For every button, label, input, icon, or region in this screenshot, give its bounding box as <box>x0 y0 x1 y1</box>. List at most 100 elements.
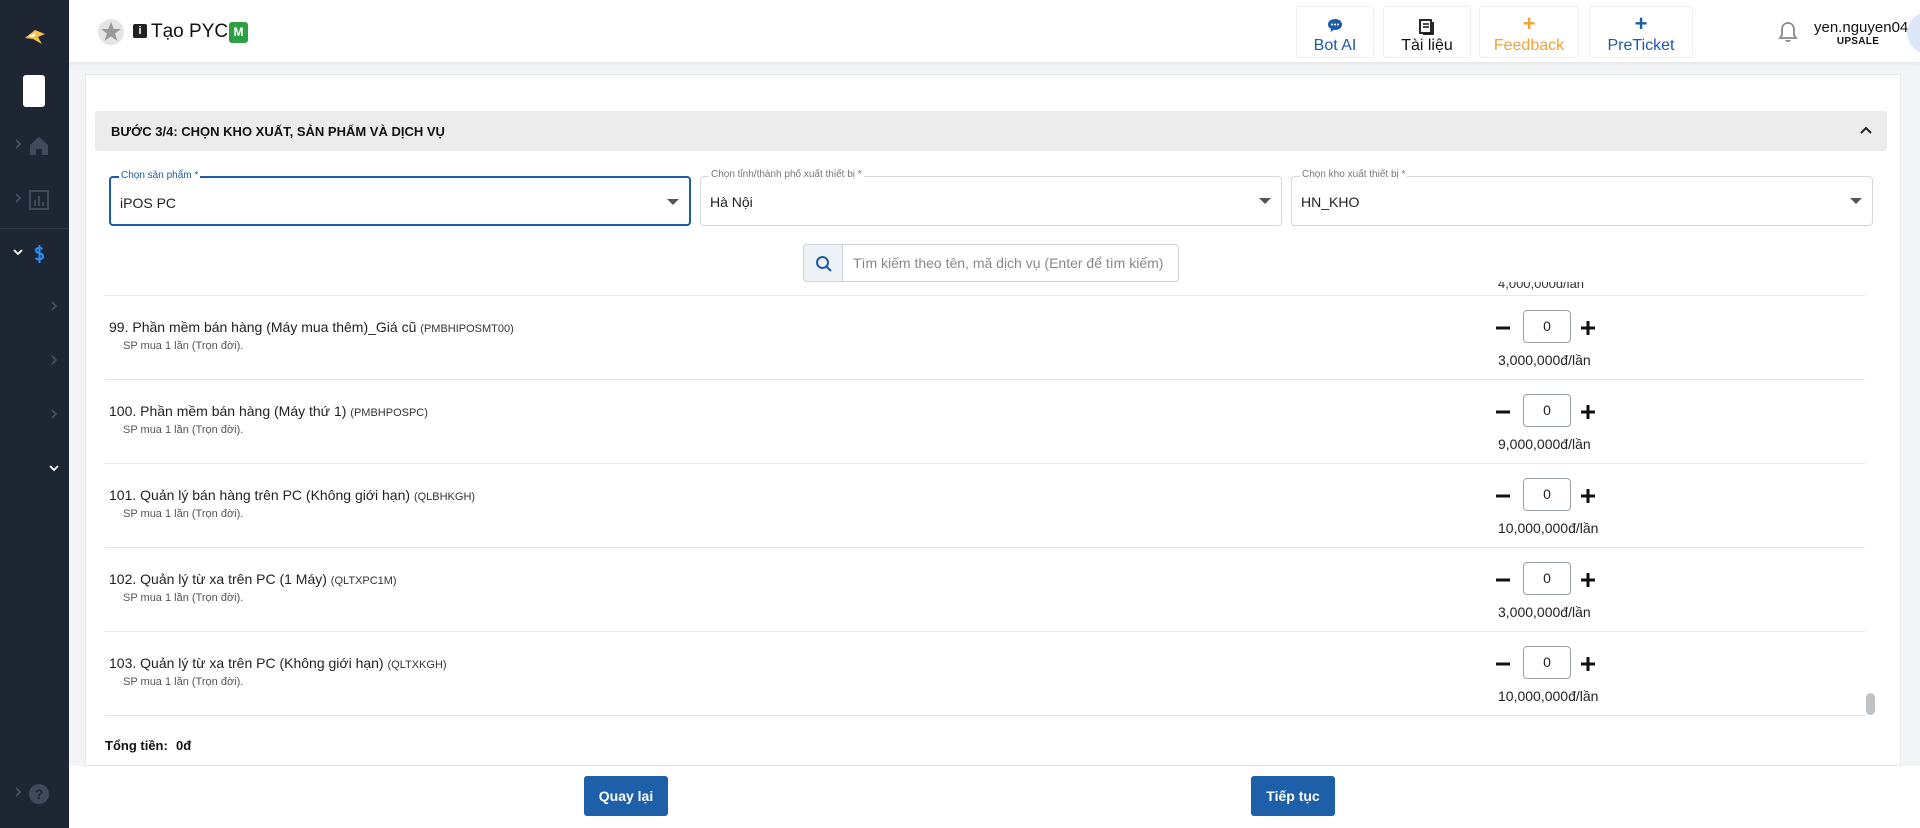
chevron-right-icon <box>15 787 22 797</box>
item-code: (QLBHKGH) <box>413 491 476 503</box>
step-header[interactable]: BƯỚC 3/4: CHỌN KHO XUẤT, SẢN PHẨM VÀ DỊC… <box>95 111 1887 151</box>
search-input[interactable] <box>842 244 1179 282</box>
sidebar: ? <box>0 0 69 828</box>
chart-icon <box>29 190 49 210</box>
list-item: 99. Phần mềm bán hàng (Máy mua thêm)_Giá… <box>105 296 1865 380</box>
home-icon <box>30 137 48 155</box>
total-label: Tổng tiền: <box>105 738 168 753</box>
user-name: yen.nguyen04 <box>1814 19 1909 36</box>
bot-ai-button[interactable]: Bot AI <box>1296 6 1374 58</box>
dropdown-arrow-icon <box>1259 198 1271 204</box>
bell-icon[interactable] <box>1776 20 1800 44</box>
plus-icon: + <box>1634 11 1648 36</box>
preticket-button[interactable]: + PreTicket <box>1589 6 1693 58</box>
chevron-down-icon <box>49 465 59 472</box>
item-price: 3,000,000đ/lần <box>1498 604 1591 620</box>
page-title: Tạo PYC <box>151 21 229 42</box>
chevron-right-icon <box>51 355 58 365</box>
quantity-input[interactable]: 0 <box>1523 310 1571 343</box>
item-name-line: 103. Quản lý từ xa trên PC (Không giới h… <box>109 655 447 671</box>
sidebar-divider <box>0 228 69 229</box>
item-code: (QLTXPC1M) <box>330 575 397 587</box>
item-name: 103. Quản lý từ xa trên PC (Không giới h… <box>109 655 384 671</box>
preticket-label: PreTicket <box>1607 37 1675 54</box>
star-icon[interactable] <box>97 18 125 46</box>
sidebar-subitem-4[interactable] <box>0 448 69 492</box>
item-price: 10,000,000đ/lần <box>1498 688 1599 704</box>
item-name-line: 101. Quản lý bán hàng trên PC (Không giớ… <box>109 487 475 503</box>
province-select[interactable]: Chọn tỉnh/thành phố xuất thiết bị * Hà N… <box>700 169 1282 226</box>
sidebar-item-sales[interactable] <box>0 232 69 276</box>
documents-button[interactable]: Tài liệu <box>1383 6 1471 58</box>
dropdown-arrow-icon <box>1850 198 1862 204</box>
list-item: 101. Quản lý bán hàng trên PC (Không giớ… <box>105 464 1865 548</box>
product-select-label: Chọn sản phẩm * <box>119 170 201 181</box>
plus-icon[interactable] <box>1579 400 1597 424</box>
warehouse-select-label: Chọn kho xuất thiết bị * <box>1300 169 1408 180</box>
continue-button[interactable]: Tiếp tục <box>1251 776 1335 816</box>
app-logo-icon[interactable] <box>22 24 48 50</box>
plus-icon[interactable] <box>1579 652 1597 676</box>
chevron-right-icon <box>15 193 22 203</box>
avatar[interactable] <box>1907 12 1920 54</box>
feedback-button[interactable]: + Feedback <box>1479 6 1579 58</box>
plus-icon[interactable] <box>1579 316 1597 340</box>
back-button[interactable]: Quay lại <box>584 776 668 816</box>
chevron-right-icon <box>15 139 22 149</box>
chevron-right-icon <box>51 409 58 419</box>
minus-icon[interactable] <box>1494 400 1512 424</box>
sidebar-item-reports[interactable] <box>0 178 69 222</box>
info-icon[interactable]: i <box>133 24 147 38</box>
dropdown-arrow-icon <box>667 199 679 205</box>
list-item: 103. Quản lý từ xa trên PC (Không giới h… <box>105 632 1865 716</box>
item-name-line: 100. Phần mềm bán hàng (Máy thứ 1) (PMBH… <box>109 403 428 419</box>
top-header: i Tạo PYC M Bot AI Tài liệu + Feedback +… <box>69 0 1920 63</box>
svg-text:?: ? <box>35 786 44 802</box>
mode-badge: M <box>229 22 248 43</box>
list-item: 100. Phần mềm bán hàng (Máy thứ 1) (PMBH… <box>105 380 1865 464</box>
item-code: (PMBHIPOSMT00) <box>420 323 514 335</box>
chat-icon <box>1328 19 1342 32</box>
product-select[interactable]: Chọn sản phẩm * iPOS PC <box>109 170 691 226</box>
quantity-input[interactable]: 0 <box>1523 394 1571 427</box>
item-price: 9,000,000đ/lần <box>1498 436 1591 452</box>
list-scrollbar[interactable] <box>1865 293 1875 716</box>
search-icon <box>816 256 832 272</box>
sidebar-subitem-3[interactable] <box>0 394 69 438</box>
footer-bar <box>69 766 1920 828</box>
minus-icon[interactable] <box>1494 484 1512 508</box>
sidebar-collapse-handle[interactable] <box>23 75 45 107</box>
item-note: SP mua 1 lần (Trọn đời). <box>123 340 244 352</box>
book-icon <box>1419 19 1434 35</box>
item-name-line: 102. Quản lý từ xa trên PC (1 Máy) (QLTX… <box>109 571 397 587</box>
sidebar-subitem-2[interactable] <box>0 340 69 384</box>
item-code: (PMBHPOSPC) <box>350 407 428 419</box>
plus-icon[interactable] <box>1579 484 1597 508</box>
minus-icon[interactable] <box>1494 652 1512 676</box>
warehouse-select[interactable]: Chọn kho xuất thiết bị * HN_KHO <box>1291 169 1873 226</box>
item-note: SP mua 1 lần (Trọn đời). <box>123 676 244 688</box>
sidebar-item-help[interactable]: ? <box>0 772 69 816</box>
item-name-line: 99. Phần mềm bán hàng (Máy mua thêm)_Giá… <box>109 319 514 335</box>
minus-icon[interactable] <box>1494 568 1512 592</box>
quantity-input[interactable]: 0 <box>1523 646 1571 679</box>
documents-label: Tài liệu <box>1401 37 1453 54</box>
minus-icon[interactable] <box>1494 316 1512 340</box>
product-select-value: iPOS PC <box>120 195 177 211</box>
plus-icon[interactable] <box>1579 568 1597 592</box>
sidebar-subitem-1[interactable] <box>0 286 69 330</box>
item-price: 3,000,000đ/lần <box>1498 352 1591 368</box>
search-button[interactable] <box>803 244 843 282</box>
quantity-input[interactable]: 0 <box>1523 478 1571 511</box>
dollar-icon <box>34 245 45 263</box>
scrollbar-thumb[interactable] <box>1866 693 1875 715</box>
province-select-value: Hà Nội <box>710 194 753 210</box>
warehouse-select-value: HN_KHO <box>1301 194 1360 210</box>
sidebar-item-home[interactable] <box>0 124 69 168</box>
item-name: 101. Quản lý bán hàng trên PC (Không giớ… <box>109 487 411 503</box>
quantity-input[interactable]: 0 <box>1523 562 1571 595</box>
total-value: 0đ <box>176 738 192 753</box>
chevron-up-icon[interactable] <box>1857 121 1875 139</box>
list-item: 102. Quản lý từ xa trên PC (1 Máy) (QLTX… <box>105 548 1865 632</box>
step-title: BƯỚC 3/4: CHỌN KHO XUẤT, SẢN PHẨM VÀ DỊC… <box>111 124 445 139</box>
